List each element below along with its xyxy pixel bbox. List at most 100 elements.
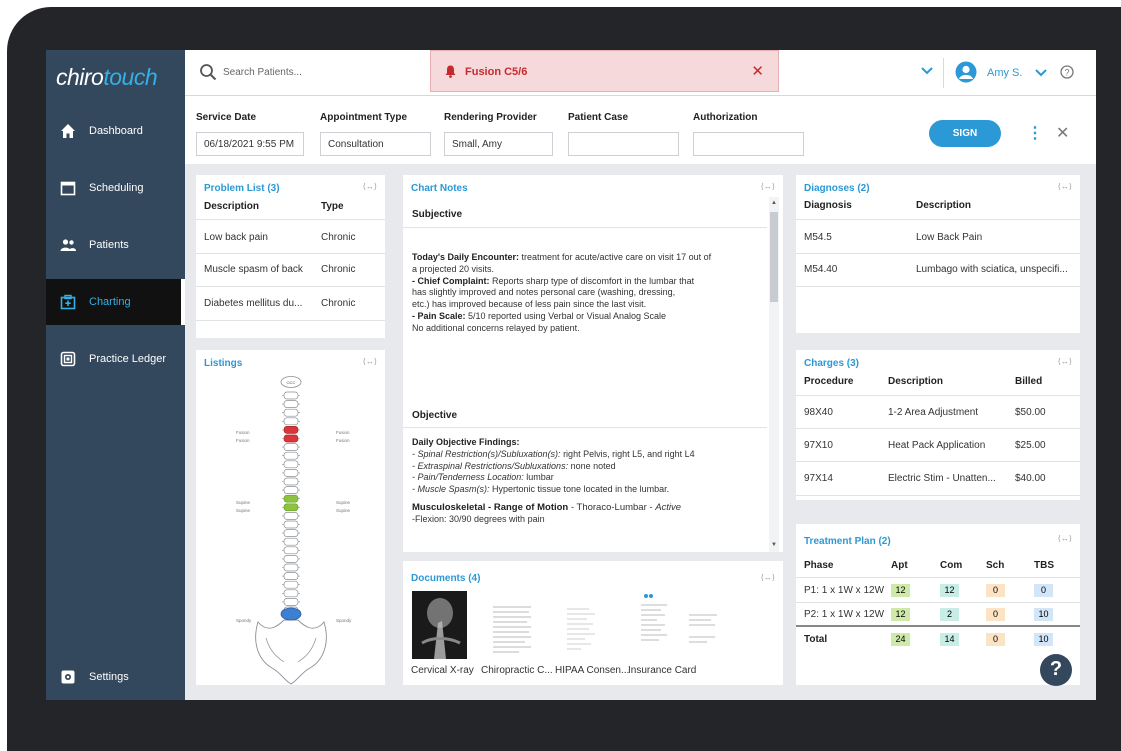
document-name[interactable]: Cervical X-ray bbox=[411, 665, 474, 676]
diagnosis-description: Lumbago with sciatica, unspecifi... bbox=[916, 264, 1068, 275]
vertebra bbox=[283, 512, 299, 520]
sidebar-item-settings[interactable]: Settings bbox=[46, 654, 185, 700]
panel-title: Treatment Plan (2) bbox=[804, 536, 891, 547]
document-thumbnail[interactable] bbox=[412, 591, 467, 659]
expand-icon[interactable]: ⟨↔⟩ bbox=[761, 182, 775, 191]
apt-count: 12 bbox=[891, 608, 910, 621]
rendering-provider-label: Rendering Provider bbox=[444, 112, 537, 123]
document-thumbnail[interactable] bbox=[559, 601, 605, 659]
sign-button[interactable]: SIGN bbox=[929, 120, 1001, 147]
authorization-field[interactable] bbox=[693, 132, 804, 156]
expand-icon[interactable]: ⟨↔⟩ bbox=[363, 357, 377, 366]
document-name[interactable]: Insurance Card bbox=[628, 665, 696, 676]
charge-description: 1-2 Area Adjustment bbox=[888, 407, 979, 418]
user-name: Amy S. bbox=[987, 67, 1023, 79]
rendering-provider-field[interactable]: Small, Amy bbox=[444, 132, 553, 156]
patient-case-field[interactable] bbox=[568, 132, 679, 156]
document-name[interactable]: Chiropractic C... bbox=[481, 665, 553, 676]
problem-description: Muscle spasm of back bbox=[204, 264, 303, 275]
vertebra bbox=[283, 520, 299, 529]
more-options-icon[interactable]: ⋮ bbox=[1027, 123, 1043, 143]
column-header: Com bbox=[940, 560, 963, 571]
problem-type: Chronic bbox=[321, 232, 356, 243]
column-header: Apt bbox=[891, 560, 908, 571]
subjective-notes[interactable]: Today's Daily Encounter: treatment for a… bbox=[412, 252, 759, 335]
sidebar-item-practice-ledger[interactable]: Practice Ledger bbox=[46, 336, 185, 382]
charge-description: Heat Pack Application bbox=[888, 440, 986, 451]
listing-label: Supine bbox=[236, 508, 251, 513]
sidebar-item-dashboard[interactable]: Dashboard bbox=[46, 108, 185, 154]
com-count: 12 bbox=[940, 584, 959, 597]
panel-title: Diagnoses (2) bbox=[804, 183, 870, 194]
listing-label: Supine bbox=[336, 500, 351, 505]
procedure-code: 98X40 bbox=[804, 407, 833, 418]
vertebra bbox=[283, 460, 299, 469]
user-menu[interactable]: Amy S. ? bbox=[955, 61, 1085, 85]
vertebra bbox=[283, 494, 299, 503]
problem-list-panel: Problem List (3) ⟨↔⟩ Description Type Lo… bbox=[196, 175, 385, 338]
spine-top-label: OCC bbox=[287, 380, 296, 385]
column-header: Description bbox=[204, 201, 260, 212]
vertebra bbox=[283, 572, 299, 580]
vertebra bbox=[283, 408, 299, 417]
apt-total: 24 bbox=[891, 633, 910, 646]
close-alert-button[interactable]: ✕ bbox=[751, 62, 764, 80]
problem-description: Diabetes mellitus du... bbox=[204, 298, 303, 309]
help-button[interactable]: ? bbox=[1040, 654, 1072, 686]
chart-folder-icon bbox=[60, 294, 76, 310]
vertebra bbox=[283, 426, 299, 434]
diagnosis-code: M54.5 bbox=[804, 232, 832, 243]
sidebar-item-patients[interactable]: Patients bbox=[46, 222, 185, 268]
calendar-icon bbox=[60, 181, 76, 196]
help-circle-icon[interactable]: ? bbox=[1060, 65, 1074, 79]
search-input[interactable]: Search Patients... bbox=[195, 62, 425, 84]
diagnoses-panel: Diagnoses (2) ⟨↔⟩ Diagnosis Description … bbox=[796, 175, 1080, 333]
document-thumbnail[interactable] bbox=[489, 601, 535, 659]
expand-icon[interactable]: ⟨↔⟩ bbox=[1058, 357, 1072, 366]
patient-case-label: Patient Case bbox=[568, 112, 629, 123]
expand-icon[interactable]: ⟨↔⟩ bbox=[1058, 182, 1072, 191]
problem-type: Chronic bbox=[321, 298, 356, 309]
appointment-type-field[interactable]: Consultation bbox=[320, 132, 431, 156]
objective-notes[interactable]: Daily Objective Findings: - Spinal Restr… bbox=[412, 437, 759, 526]
column-header: Description bbox=[888, 376, 944, 387]
sidebar-item-label: Scheduling bbox=[89, 182, 144, 194]
frame: chirotouch Dashboard Scheduling Patients… bbox=[0, 0, 1121, 751]
tbs-count: 10 bbox=[1034, 608, 1053, 621]
chevron-down-icon[interactable] bbox=[921, 67, 933, 75]
logo: chirotouch bbox=[56, 64, 158, 90]
service-date-field[interactable]: 06/18/2021 9:55 PM bbox=[196, 132, 304, 156]
vertebra bbox=[283, 443, 299, 451]
panel-title: Chart Notes bbox=[411, 183, 468, 194]
close-icon[interactable]: ✕ bbox=[1056, 123, 1069, 143]
appointment-type-label: Appointment Type bbox=[320, 112, 408, 123]
expand-icon[interactable]: ⟨↔⟩ bbox=[761, 573, 775, 582]
sidebar-item-scheduling[interactable]: Scheduling bbox=[46, 165, 185, 211]
sidebar-item-charting[interactable]: Charting bbox=[46, 279, 185, 325]
expand-icon[interactable]: ⟨↔⟩ bbox=[363, 182, 377, 191]
document-thumbnail[interactable] bbox=[637, 591, 723, 657]
vertebra bbox=[283, 555, 299, 563]
billed-amount: $25.00 bbox=[1015, 440, 1046, 451]
spine-diagram: OCC Fusion Fusion Supine Supine Spondy F… bbox=[236, 376, 352, 685]
problem-type: Chronic bbox=[321, 264, 356, 275]
com-total: 14 bbox=[940, 633, 959, 646]
expand-icon[interactable]: ⟨↔⟩ bbox=[1058, 534, 1072, 543]
vertebra bbox=[283, 451, 299, 460]
document-name[interactable]: HIPAA Consen... bbox=[555, 665, 629, 676]
vertebra bbox=[283, 529, 299, 537]
bell-icon bbox=[445, 65, 456, 78]
listing-label: Spondy bbox=[236, 618, 252, 623]
panel-title: Listings bbox=[204, 358, 243, 369]
scrollbar[interactable]: ▲ ▼ bbox=[769, 197, 779, 552]
com-count: 2 bbox=[940, 608, 959, 621]
ledger-icon bbox=[60, 351, 76, 367]
sidebar: chirotouch Dashboard Scheduling Patients… bbox=[46, 50, 185, 700]
column-header: Billed bbox=[1015, 376, 1043, 387]
search-placeholder: Search Patients... bbox=[223, 67, 302, 78]
listings-panel: Listings ⟨↔⟩ OCC Fusion Fusion Supine Su… bbox=[196, 350, 385, 685]
divider bbox=[943, 58, 944, 88]
vertebra bbox=[283, 589, 299, 598]
diagnosis-code: M54.40 bbox=[804, 264, 838, 275]
panel-title: Problem List (3) bbox=[204, 183, 280, 194]
